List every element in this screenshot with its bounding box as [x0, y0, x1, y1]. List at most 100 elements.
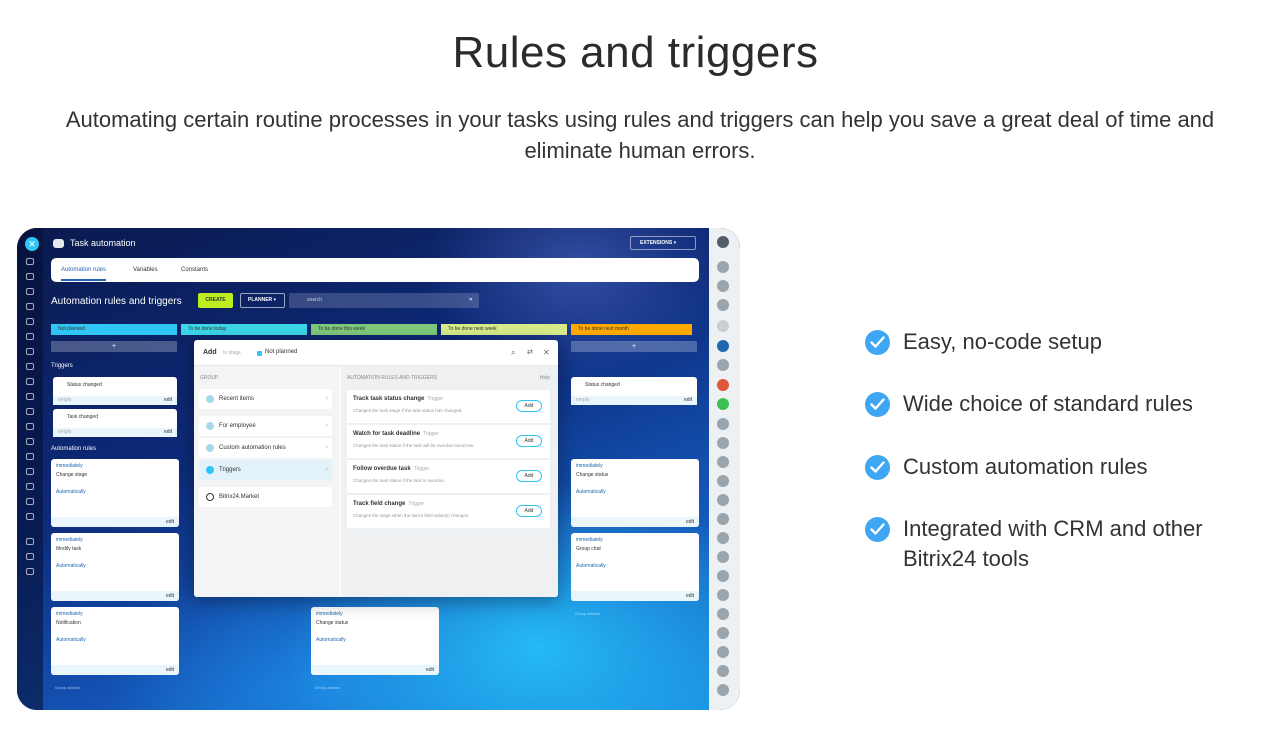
search-input[interactable]: search ✕ [289, 293, 479, 308]
menu-icon[interactable] [26, 318, 34, 325]
extensions-button[interactable]: EXTENSIONS ▾ [630, 236, 696, 250]
trigger-card[interactable]: Status changed empty edit [53, 377, 177, 405]
stage-selector[interactable]: Not planned [265, 349, 297, 355]
menu-icon[interactable] [26, 288, 34, 295]
page-subtitle: Automating certain routine processes in … [65, 107, 1215, 163]
rule-card[interactable]: immediately Change status Automatically ed… [311, 607, 439, 675]
section-heading: Automation rules and triggers [51, 296, 182, 307]
tab-variables[interactable]: Variables [133, 267, 158, 273]
group-actions-link[interactable]: Group actions [575, 611, 600, 616]
menu-icon[interactable] [26, 553, 34, 560]
avatar[interactable] [717, 359, 729, 371]
group-actions-link[interactable]: Group actions [315, 685, 340, 690]
stage-next-month[interactable]: To be done next month [571, 324, 692, 335]
avatar[interactable] [717, 418, 729, 430]
avatar[interactable] [717, 475, 729, 487]
trigger-item[interactable]: Track task status change Trigger Changes … [347, 390, 550, 424]
menu-icon[interactable] [26, 408, 34, 415]
group-triggers[interactable]: Triggers › [199, 460, 332, 480]
trigger-card[interactable]: Status changed empty edit [571, 377, 697, 405]
notifications-icon[interactable] [717, 236, 729, 248]
close-icon[interactable]: ✕ [543, 348, 550, 357]
add-rule-button[interactable]: + [51, 341, 177, 352]
menu-icon[interactable] [26, 423, 34, 430]
avatar[interactable] [717, 513, 729, 525]
menu-icon[interactable] [26, 348, 34, 355]
menu-icon[interactable] [26, 273, 34, 280]
add-rule-button[interactable]: + [571, 341, 697, 352]
avatar[interactable] [717, 437, 729, 449]
menu-icon[interactable] [26, 483, 34, 490]
bell-icon[interactable] [717, 280, 729, 292]
close-icon[interactable]: ✕ [25, 237, 39, 251]
avatar[interactable] [717, 589, 729, 601]
rule-card[interactable]: immediately Notification Automatically edi… [51, 607, 179, 675]
avatar[interactable] [717, 570, 729, 582]
rule-card[interactable]: immediately Group chat Automatically edit [571, 533, 699, 601]
add-button[interactable]: Add [516, 505, 542, 517]
menu-icon[interactable] [26, 258, 34, 265]
avatar[interactable] [717, 261, 729, 273]
trigger-item[interactable]: Watch for task deadline Trigger Changes t… [347, 425, 550, 459]
group-list: GROUP Recent items › For employee › Custom… [194, 366, 340, 597]
settings-icon[interactable] [26, 568, 34, 575]
tab-automation-rules[interactable]: Automation rules [61, 267, 107, 281]
group-recent-items[interactable]: Recent items › [199, 389, 332, 409]
rule-card[interactable]: immediately Modify task Automatically edit [51, 533, 179, 601]
avatar[interactable] [717, 340, 729, 352]
custom-icon [206, 444, 214, 452]
rule-card[interactable]: immediately Change status Automatically ed… [571, 459, 699, 527]
add-button[interactable]: Add [516, 400, 542, 412]
add-button[interactable]: Add [516, 435, 542, 447]
group-actions-link[interactable]: Group actions [55, 685, 80, 690]
help-link[interactable]: Help [540, 375, 550, 381]
search-icon[interactable] [717, 320, 729, 332]
avatar[interactable] [717, 627, 729, 639]
menu-icon[interactable] [26, 498, 34, 505]
stage-next-week[interactable]: To be done next week [441, 324, 567, 335]
stage-not-planned[interactable]: Not planned [51, 324, 177, 335]
menu-icon[interactable] [26, 393, 34, 400]
trigger-card[interactable]: Task changed empty edit [53, 409, 177, 437]
avatar[interactable] [717, 665, 729, 677]
stage-this-week[interactable]: To be done this week [311, 324, 437, 335]
stage-today[interactable]: To be done today [181, 324, 307, 335]
menu-icon[interactable] [26, 363, 34, 370]
recent-icon [206, 395, 214, 403]
lock-icon[interactable] [717, 379, 729, 391]
group-custom-rules[interactable]: Custom automation rules › [199, 438, 332, 458]
avatar[interactable] [717, 551, 729, 563]
avatar[interactable] [717, 494, 729, 506]
lock-icon[interactable] [717, 398, 729, 410]
filter-icon[interactable]: ⇄ [527, 348, 533, 356]
menu-icon[interactable] [26, 513, 34, 520]
avatar[interactable] [717, 456, 729, 468]
avatar[interactable] [717, 684, 729, 696]
avatar[interactable] [717, 646, 729, 658]
market-icon [206, 493, 214, 501]
menu-icon[interactable] [26, 303, 34, 310]
tab-constants[interactable]: Constants [181, 267, 208, 273]
add-button[interactable]: Add [516, 470, 542, 482]
menu-icon[interactable] [26, 453, 34, 460]
menu-icon[interactable] [26, 333, 34, 340]
group-market[interactable]: Bitrix24.Market [199, 487, 332, 507]
trigger-item[interactable]: Track field change Trigger Changes the st… [347, 495, 550, 529]
clock-icon[interactable] [717, 299, 729, 311]
clear-icon[interactable]: ✕ [469, 293, 473, 308]
chevron-right-icon: › [325, 444, 328, 451]
trigger-item[interactable]: Follow overdue task Trigger Changes the t… [347, 460, 550, 494]
left-menu: ✕ [17, 228, 43, 710]
group-for-employee[interactable]: For employee › [199, 416, 332, 436]
menu-icon[interactable] [26, 378, 34, 385]
planner-button[interactable]: PLANNER ▾ [240, 293, 285, 308]
search-icon[interactable]: ⌕ [511, 348, 515, 358]
help-icon[interactable] [26, 538, 34, 545]
menu-icon[interactable] [26, 468, 34, 475]
avatar[interactable] [717, 608, 729, 620]
menu-icon[interactable] [26, 438, 34, 445]
check-icon [865, 455, 890, 480]
rule-card[interactable]: immediately Change stage Automatically edi… [51, 459, 179, 527]
avatar[interactable] [717, 532, 729, 544]
create-button[interactable]: CREATE [198, 293, 233, 308]
